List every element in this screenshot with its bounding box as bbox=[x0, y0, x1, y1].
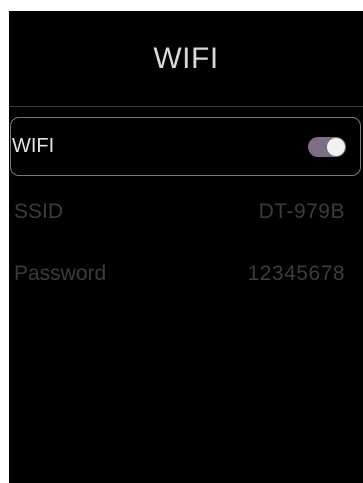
title-bar: WIFI bbox=[9, 11, 363, 106]
wifi-toggle-switch[interactable] bbox=[308, 136, 346, 157]
wifi-label: WIFI bbox=[12, 135, 55, 157]
ssid-value: DT-979B bbox=[258, 200, 345, 223]
password-label: Password bbox=[14, 262, 107, 285]
wifi-toggle-row[interactable]: WIFI bbox=[10, 117, 361, 176]
toggle-knob bbox=[327, 137, 345, 156]
wifi-settings-screen: WIFI WIFI SSID DT-979B Password 12345678 bbox=[9, 11, 363, 483]
password-row: Password 12345678 bbox=[9, 245, 363, 303]
ssid-label: SSID bbox=[14, 200, 64, 223]
ssid-row: SSID DT-979B bbox=[9, 183, 363, 241]
page-title: WIFI bbox=[153, 41, 219, 75]
password-value: 12345678 bbox=[247, 262, 345, 285]
title-divider bbox=[9, 106, 363, 107]
